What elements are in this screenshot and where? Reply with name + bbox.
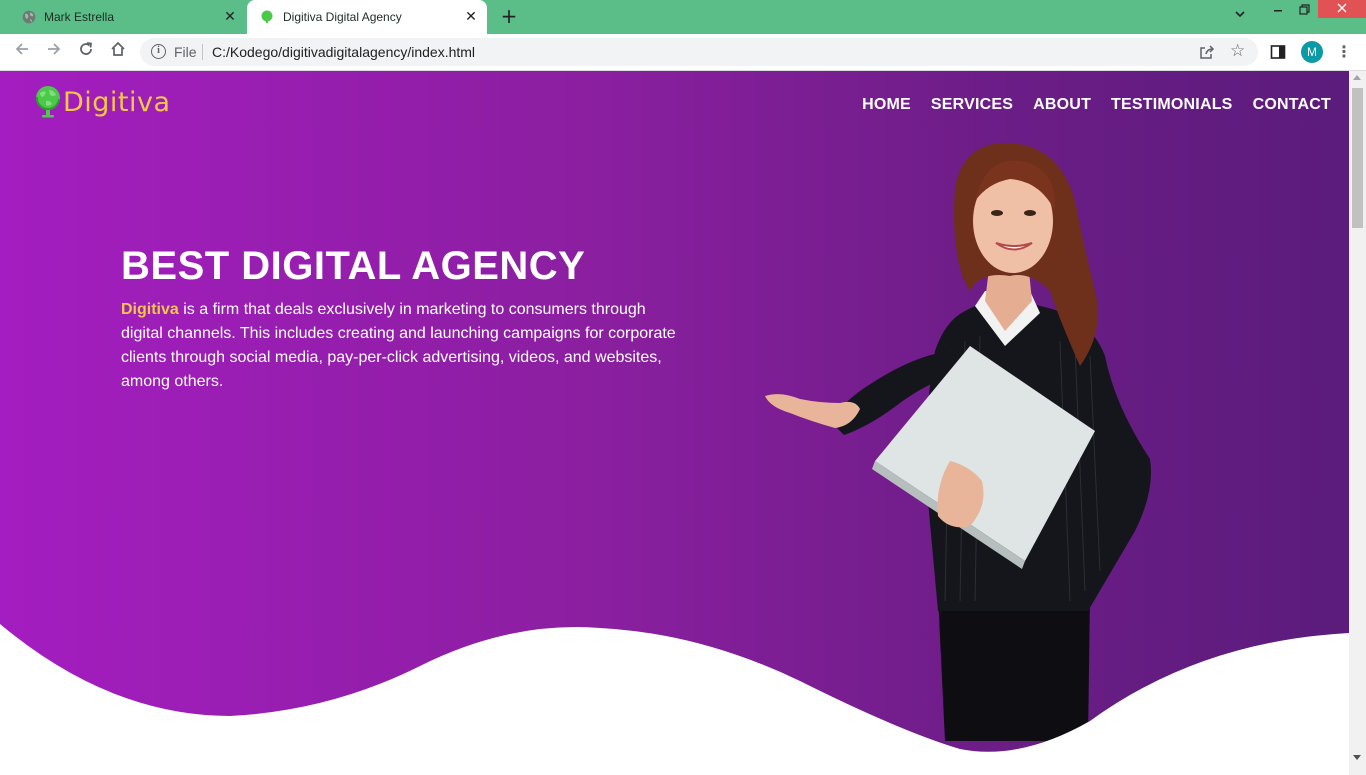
tab-search-chevron-icon[interactable] — [1228, 8, 1252, 28]
intro-brand-name: Digitiva — [121, 301, 179, 318]
profile-avatar[interactable]: M — [1301, 41, 1323, 63]
tab-title: Mark Estrella — [44, 10, 115, 24]
globe-logo-icon — [35, 86, 60, 118]
restore-window-icon[interactable] — [1292, 2, 1316, 22]
site-info-icon[interactable]: i — [151, 44, 166, 59]
intro-text: is a firm that deals exclusively in mark… — [121, 301, 676, 390]
browser-tab-strip: Mark Estrella ✕ Digitiva Digital Agency … — [0, 0, 1366, 34]
scroll-up-arrow-icon[interactable] — [1353, 75, 1361, 80]
url-text[interactable]: C:/Kodego/digitivadigitalagency/index.ht… — [212, 44, 475, 60]
tab-mark-estrella[interactable]: Mark Estrella ✕ — [0, 0, 246, 34]
hero-section: Digitiva HOME SERVICES ABOUT TESTIMONIAL… — [0, 71, 1349, 775]
forward-arrow-icon[interactable] — [42, 40, 66, 64]
scroll-down-arrow-icon[interactable] — [1353, 755, 1361, 760]
main-nav: HOME SERVICES ABOUT TESTIMONIALS CONTACT — [862, 96, 1331, 114]
hero-headline: BEST DIGITAL AGENCY — [121, 244, 586, 288]
home-icon[interactable] — [106, 40, 130, 64]
minimize-window-icon[interactable] — [1266, 2, 1290, 22]
nav-testimonials[interactable]: TESTIMONIALS — [1111, 96, 1233, 114]
security-label: File — [174, 44, 197, 60]
address-bar[interactable]: i File C:/Kodego/digitivadigitalagency/i… — [140, 38, 1258, 66]
address-divider — [202, 44, 203, 60]
site-favicon-icon — [261, 10, 273, 23]
nav-about[interactable]: ABOUT — [1033, 96, 1091, 114]
browser-menu-icon[interactable]: ⋮ — [1336, 41, 1352, 63]
nav-home[interactable]: HOME — [862, 96, 911, 114]
browser-toolbar: i File C:/Kodego/digitivadigitalagency/i… — [0, 34, 1366, 71]
globe-icon — [22, 10, 36, 24]
close-tab-icon[interactable]: ✕ — [463, 8, 479, 24]
site-logo[interactable]: Digitiva — [34, 85, 171, 119]
nav-services[interactable]: SERVICES — [931, 96, 1013, 114]
wave-divider — [0, 624, 1349, 775]
back-arrow-icon[interactable] — [10, 40, 34, 64]
close-tab-icon[interactable]: ✕ — [222, 8, 238, 24]
new-tab-button[interactable]: + — [498, 6, 520, 28]
page-viewport: Digitiva HOME SERVICES ABOUT TESTIMONIAL… — [0, 71, 1349, 775]
share-icon[interactable] — [1198, 43, 1216, 61]
scrollbar-thumb[interactable] — [1352, 88, 1363, 228]
bookmark-star-icon[interactable]: ☆ — [1230, 41, 1245, 61]
reload-icon[interactable] — [74, 40, 98, 64]
tab-title: Digitiva Digital Agency — [283, 10, 402, 24]
nav-contact[interactable]: CONTACT — [1253, 96, 1331, 114]
close-window-icon[interactable] — [1318, 0, 1366, 18]
page-scrollbar[interactable] — [1349, 71, 1366, 775]
side-panel-icon[interactable] — [1270, 44, 1286, 60]
tab-digitiva[interactable]: Digitiva Digital Agency ✕ — [247, 0, 487, 34]
hero-intro: Digitiva is a firm that deals exclusivel… — [121, 298, 681, 394]
logo-text: Digitiva — [63, 86, 171, 118]
